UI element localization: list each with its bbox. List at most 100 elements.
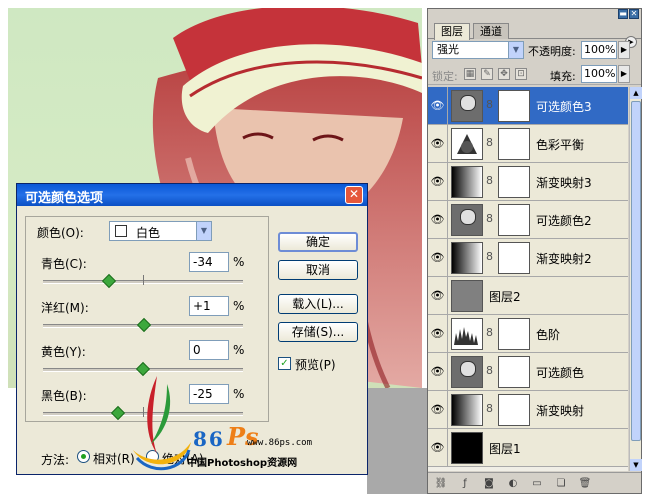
selective-color-thumb-icon <box>451 356 483 388</box>
eye-icon[interactable]: 👁 <box>428 87 448 124</box>
cancel-button[interactable]: 取消 <box>278 260 358 280</box>
color-balance-thumb-icon <box>451 128 483 160</box>
layer-mask-thumb[interactable] <box>498 204 530 236</box>
layer-mask-thumb[interactable] <box>498 90 530 122</box>
color-select[interactable]: 白色 ▼ <box>109 221 212 241</box>
layer-row[interactable]: 👁 8 色阶 <box>428 315 628 353</box>
layer-row[interactable]: 👁 图层1 <box>428 429 628 467</box>
eye-icon[interactable]: 👁 <box>428 429 448 466</box>
layers-panel: ▬ ✕ 图层 通道 ▶ 强光 ▼ 不透明度: 100% ▶ 锁定: ▦ ✎ ✥ … <box>427 8 642 494</box>
trash-icon[interactable]: 🗑 <box>578 477 592 490</box>
panel-titlebar[interactable]: ▬ ✕ <box>428 9 641 21</box>
yellow-input[interactable]: 0 <box>189 340 229 360</box>
minimize-icon[interactable]: ▬ <box>618 9 628 19</box>
layer-name: 图层1 <box>489 442 521 456</box>
layer-row[interactable]: 👁 8 可选颜色3 <box>428 87 628 125</box>
canvas-background <box>367 388 427 494</box>
scroll-thumb[interactable] <box>631 101 641 441</box>
lock-all-icon[interactable]: ⊡ <box>515 68 527 80</box>
save-button[interactable]: 存储(S)... <box>278 322 358 342</box>
fill-input[interactable]: 100% <box>581 65 617 83</box>
opacity-label: 不透明度: <box>528 45 576 58</box>
blend-row: 强光 ▼ 不透明度: 100% ▶ <box>428 39 641 61</box>
layer-mask-thumb[interactable] <box>498 394 530 426</box>
opacity-input[interactable]: 100% <box>581 41 617 59</box>
layer-mask-thumb[interactable] <box>498 128 530 160</box>
cyan-slider[interactable] <box>43 273 243 289</box>
levels-thumb-icon <box>451 318 483 350</box>
layer-scrollbar[interactable]: ▲ ▼ <box>629 87 642 471</box>
eye-icon[interactable]: 👁 <box>428 391 448 428</box>
layer-row[interactable]: 👁 图层2 <box>428 277 628 315</box>
brand-site-name: 中国Photoshop资源网 <box>187 458 298 469</box>
load-button[interactable]: 载入(L)... <box>278 294 358 314</box>
eye-icon[interactable]: 👁 <box>428 201 448 238</box>
tab-channels[interactable]: 通道 <box>473 23 509 39</box>
layer-mask-thumb[interactable] <box>498 166 530 198</box>
relative-radio[interactable] <box>77 450 90 463</box>
layer-name: 渐变映射3 <box>536 176 592 190</box>
link-icon: 8 <box>486 364 493 377</box>
layer-row[interactable]: 👁 8 渐变映射 <box>428 391 628 429</box>
eye-icon[interactable]: 👁 <box>428 239 448 276</box>
lock-label: 锁定: <box>432 70 458 83</box>
lock-row: 锁定: ▦ ✎ ✥ ⊡ 填充: 100% ▶ <box>428 63 641 85</box>
layer-list: 👁 8 可选颜色3 👁 8 色彩平衡 👁 8 渐变映射3 👁 8 可选颜色2 👁… <box>428 87 628 471</box>
layer-name: 图层2 <box>489 290 521 304</box>
magenta-slider[interactable] <box>43 317 243 333</box>
layer-row[interactable]: 👁 8 渐变映射3 <box>428 163 628 201</box>
chevron-down-icon[interactable]: ▼ <box>508 42 523 58</box>
blend-mode-select[interactable]: 强光 ▼ <box>432 41 524 59</box>
eye-icon[interactable]: 👁 <box>428 125 448 162</box>
eye-icon[interactable]: 👁 <box>428 163 448 200</box>
layer-mask-thumb[interactable] <box>498 318 530 350</box>
layer-name: 可选颜色 <box>536 366 585 380</box>
cyan-label: 青色(C): <box>41 257 87 271</box>
magenta-input[interactable]: +1 <box>189 296 229 316</box>
eye-icon[interactable]: 👁 <box>428 315 448 352</box>
opacity-arrow-icon[interactable]: ▶ <box>618 41 630 59</box>
fill-arrow-icon[interactable]: ▶ <box>618 65 630 83</box>
scroll-up-icon[interactable]: ▲ <box>630 87 642 99</box>
link-icon: 8 <box>486 212 493 225</box>
new-layer-icon[interactable]: ❏ <box>554 477 568 490</box>
ok-button[interactable]: 确定 <box>278 232 358 252</box>
link-icon: 8 <box>486 402 493 415</box>
yellow-label: 黄色(Y): <box>41 345 86 359</box>
dialog-titlebar[interactable]: 可选颜色选项 ✕ <box>17 184 367 206</box>
close-icon[interactable]: ✕ <box>629 9 639 19</box>
brand-number: 86 <box>193 427 225 451</box>
link-icon: 8 <box>486 136 493 149</box>
layer-style-icon[interactable]: ƒ <box>458 477 472 490</box>
scroll-down-icon[interactable]: ▼ <box>630 459 642 471</box>
cyan-input[interactable]: -34 <box>189 252 229 272</box>
new-group-icon[interactable]: ▭ <box>530 477 544 490</box>
chevron-down-icon[interactable]: ▼ <box>196 222 211 240</box>
yellow-unit: % <box>233 343 245 357</box>
layer-name: 色彩平衡 <box>536 138 585 152</box>
color-swatch <box>115 225 127 237</box>
close-icon[interactable]: ✕ <box>345 186 363 204</box>
color-value: 白色 <box>136 226 161 240</box>
layer-name: 色阶 <box>536 328 561 342</box>
eye-icon[interactable]: 👁 <box>428 277 448 314</box>
layer-mask-thumb[interactable] <box>498 356 530 388</box>
layer-mask-thumb[interactable] <box>498 242 530 274</box>
tab-layers[interactable]: 图层 <box>434 23 470 40</box>
layer-thumb <box>451 280 483 312</box>
layer-row[interactable]: 👁 8 可选颜色 <box>428 353 628 391</box>
lock-position-icon[interactable]: ✥ <box>498 68 510 80</box>
layer-row[interactable]: 👁 8 可选颜色2 <box>428 201 628 239</box>
lock-pixels-icon[interactable]: ✎ <box>481 68 493 80</box>
panel-tabs: 图层 通道 ▶ <box>428 21 641 48</box>
add-mask-icon[interactable]: ◙ <box>482 477 496 490</box>
brand-url: www.86ps.com <box>247 438 313 448</box>
link-layers-icon[interactable]: ⛓ <box>434 477 448 490</box>
lock-transparency-icon[interactable]: ▦ <box>464 68 476 80</box>
adjustment-layer-icon[interactable]: ◐ <box>506 477 520 490</box>
layer-row[interactable]: 👁 8 色彩平衡 <box>428 125 628 163</box>
eye-icon[interactable]: 👁 <box>428 353 448 390</box>
magenta-unit: % <box>233 299 245 313</box>
preview-checkbox[interactable]: ✓ <box>278 357 291 370</box>
layer-row[interactable]: 👁 8 渐变映射2 <box>428 239 628 277</box>
